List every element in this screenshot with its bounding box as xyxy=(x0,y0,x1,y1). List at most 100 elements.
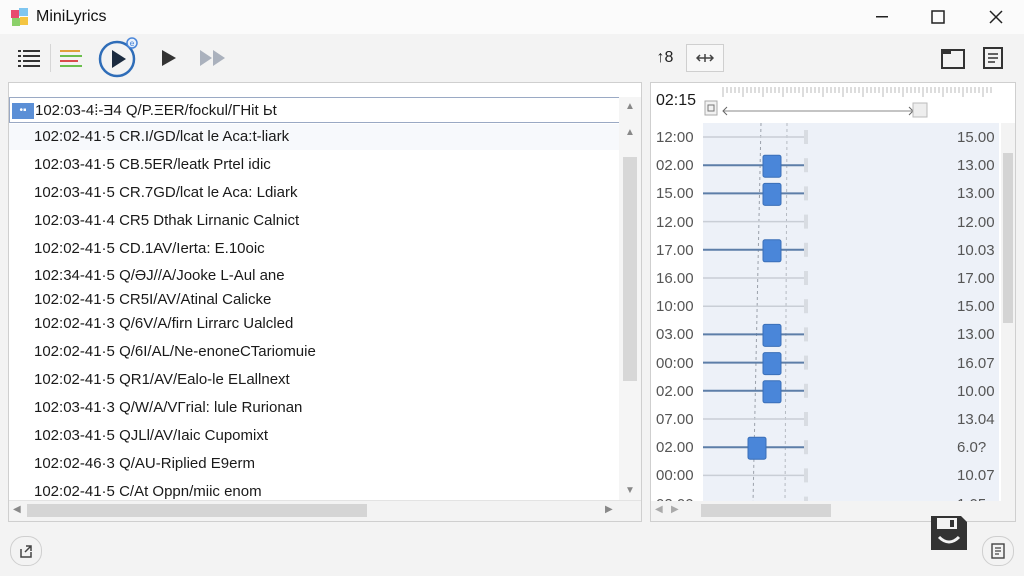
table-row[interactable]: 102:02-41·3 Q/6V/A/firn Lirrarc Ualcled xyxy=(9,311,621,337)
maximize-button[interactable] xyxy=(910,0,966,34)
table-row[interactable]: 102:03-41·5 CB.5ER/leatk Ρrtel idic xyxy=(9,152,621,178)
save-icon xyxy=(931,516,967,550)
timing-vertical-scrollbar[interactable] xyxy=(1001,123,1015,503)
list-item: 102:03-4⁞-Ǝ4 Q/P.ΞER/fockul/ΓΗit Ьt xyxy=(35,102,277,119)
list-item: 102:03-41·3 Q/W/A/VΓrial: lule Rurionan xyxy=(34,399,303,416)
end-time-value: 15.00 xyxy=(957,298,995,316)
timing-row[interactable]: 02.00 13.00 xyxy=(651,152,1015,180)
timeline-ruler[interactable] xyxy=(703,85,993,123)
lyrics-row-selected[interactable]: •▪ 102:03-4⁞-Ǝ4 Q/P.ΞER/fockul/ΓΗit Ьt xyxy=(9,97,621,123)
scrollbar-thumb[interactable] xyxy=(623,157,637,381)
timing-row[interactable]: 07.00 13.04 xyxy=(651,406,1015,434)
list-item: 102:02-41·3 Q/6V/A/firn Lirrarc Ualcled xyxy=(34,315,294,332)
end-time-value: 13.00 xyxy=(957,157,995,175)
timing-row[interactable]: 02.00 10.00 xyxy=(651,378,1015,406)
start-time-value: 02.00 xyxy=(656,439,694,457)
table-row[interactable]: 102:02-41·5 CR5I/AV/Atinal Calicke xyxy=(9,287,621,313)
start-time-value: 02.00 xyxy=(656,157,694,175)
table-row[interactable]: 102:02-41·5 C/At Oppn/miic enom xyxy=(9,479,621,501)
notes-icon xyxy=(991,543,1005,559)
table-row[interactable]: 102:03-41·3 Q/W/A/VΓrial: lule Rurionan xyxy=(9,395,621,421)
start-time-value: 02.00 xyxy=(656,382,694,400)
list-item: 102:02-41·5 CR.I/GD/lcat le Aca:t-liark xyxy=(34,128,290,145)
document-icon[interactable] xyxy=(978,44,1008,72)
end-time-value: 16.07 xyxy=(957,354,995,372)
list-icon[interactable] xyxy=(14,44,44,72)
scrollbar-thumb[interactable] xyxy=(27,504,367,517)
lyrics-edit-icon[interactable] xyxy=(56,44,86,72)
list-item: 102:02-41·5 CR5I/AV/Atinal Calicke xyxy=(34,291,272,308)
list-item: 102:03-41·4 CR5 Dthak Lirnanic Calnict xyxy=(34,212,300,229)
scrollbar-thumb[interactable] xyxy=(1003,153,1013,323)
start-time-value: 15.00 xyxy=(656,185,694,203)
end-time-value: 12.00 xyxy=(957,213,995,231)
timing-row[interactable]: 15.00 13.00 xyxy=(651,180,1015,208)
scrollbar-thumb[interactable] xyxy=(701,504,831,517)
timing-row[interactable]: 12:00 15.00 xyxy=(651,124,1015,152)
end-time-value: 13.04 xyxy=(957,411,995,428)
end-time-value: 6.0? xyxy=(957,439,987,457)
scroll-left-icon[interactable]: ◀ xyxy=(13,504,21,515)
timing-row[interactable]: 03.00 13.00 xyxy=(651,321,1015,349)
list-item: 102:02-41·5 QR1/AV/Ealo-le ELallnext xyxy=(34,371,290,388)
table-row[interactable]: 102:03-41·5 QJLl/AV/Iaic Cupomixt xyxy=(9,423,621,449)
start-time-value: 16.00 xyxy=(656,270,694,287)
scroll-right-small-icon[interactable]: ▶ xyxy=(671,504,679,515)
scroll-down-icon[interactable]: ▼ xyxy=(619,481,641,499)
list-item: 102:02-41·5 C/At Oppn/miic enom xyxy=(34,483,262,500)
lyrics-vertical-scrollbar[interactable]: ▲ ▲ ▼ xyxy=(619,97,641,501)
start-time-value: 17.00 xyxy=(656,241,694,259)
start-time-value: 12.00 xyxy=(656,213,694,231)
share-button[interactable] xyxy=(10,536,42,566)
scroll-right-icon[interactable]: ▶ xyxy=(605,504,613,515)
notes-button[interactable] xyxy=(982,536,1014,566)
current-time-label: 02:15 xyxy=(656,92,697,109)
play-circle-icon[interactable]: e xyxy=(96,36,142,80)
fast-forward-icon[interactable] xyxy=(196,44,230,72)
list-item: 102:02-46·3 Q/AU-Riplied E9erm xyxy=(34,455,255,472)
list-item: 102:03-41·5 QJLl/AV/Iaic Cupomixt xyxy=(34,427,269,444)
table-row[interactable]: 102:03-41·4 CR5 Dthak Lirnanic Calnict xyxy=(9,208,621,234)
minilyrics-logo-icon xyxy=(10,7,30,27)
expand-button[interactable] xyxy=(686,44,724,72)
play-icon[interactable] xyxy=(154,44,184,72)
end-time-value: 10.00 xyxy=(957,382,995,400)
timing-row[interactable]: 00:00 10.07 xyxy=(651,462,1015,490)
end-time-value: 13.00 xyxy=(957,326,995,344)
timing-row[interactable]: 17.00 10.03 xyxy=(651,237,1015,265)
current-line-marker: •▪ xyxy=(12,103,34,119)
timing-row[interactable]: 12.00 12.00 xyxy=(651,209,1015,237)
folder-icon[interactable] xyxy=(938,44,968,72)
lyrics-horizontal-scrollbar[interactable]: ◀ ▶ xyxy=(9,500,641,521)
table-row[interactable]: 102:02-46·3 Q/AU-Riplied E9erm xyxy=(9,451,621,477)
table-row[interactable]: 102:02-41·5 CR.I/GD/lcat le Aca:t-liark xyxy=(9,124,621,150)
table-row[interactable]: 102:02-41·5 CD.1AV/Ierta: E.10oic xyxy=(9,236,621,262)
timing-panel: 02:15 12:00 15.00 02.00 13.00 15.00 13.00 12.0… xyxy=(650,82,1016,522)
table-row[interactable]: 102:02-41·5 QR1/AV/Ealo-le ELallnext xyxy=(9,367,621,393)
timing-row[interactable]: 10:00 15.00 xyxy=(651,293,1015,321)
timing-row[interactable]: 00:00 16.07 xyxy=(651,350,1015,378)
table-row[interactable]: 102:02-41·5 Q/6I/AL/Ne-enoneCTariomuie xyxy=(9,339,621,365)
timing-row[interactable]: 02.00 6.0? xyxy=(651,434,1015,462)
toolbar-separator xyxy=(50,44,51,72)
list-item: 102:02-41·5 CD.1AV/Ierta: E.10oic xyxy=(34,240,265,257)
timing-row[interactable]: 16.00 17.00 xyxy=(651,265,1015,293)
scroll-left-icon[interactable]: ◀ xyxy=(655,504,663,515)
minimize-button[interactable] xyxy=(854,0,910,34)
scroll-up-icon[interactable]: ▲ xyxy=(619,97,641,115)
scroll-up-secondary-icon[interactable]: ▲ xyxy=(619,123,641,141)
save-button[interactable] xyxy=(926,512,972,554)
list-item: 102:03-41·5 CB.5ER/leatk Ρrtel idic xyxy=(34,156,271,173)
table-row[interactable]: 102:03-41·5 CR.7GD/lcat le Aca: Ldiark xyxy=(9,180,621,206)
lyrics-list[interactable]: •▪ 102:03-4⁞-Ǝ4 Q/P.ΞER/fockul/ΓΗit Ьt 1… xyxy=(9,97,621,501)
close-button[interactable] xyxy=(968,0,1024,34)
svg-text:e: e xyxy=(130,39,135,48)
end-time-value: 15.00 xyxy=(957,129,995,146)
sort-icon[interactable]: ↑8 xyxy=(648,46,682,70)
end-time-value: 17.00 xyxy=(957,270,995,287)
start-time-value: 00:00 xyxy=(656,467,694,485)
start-time-value: 00:00 xyxy=(656,354,694,372)
table-row[interactable]: 102:34-41·5 Q/ƏJ//A/Jooke L-Aul ane xyxy=(9,263,621,289)
start-time-value: 10:00 xyxy=(656,298,694,316)
end-time-value: 10.07 xyxy=(957,467,995,485)
